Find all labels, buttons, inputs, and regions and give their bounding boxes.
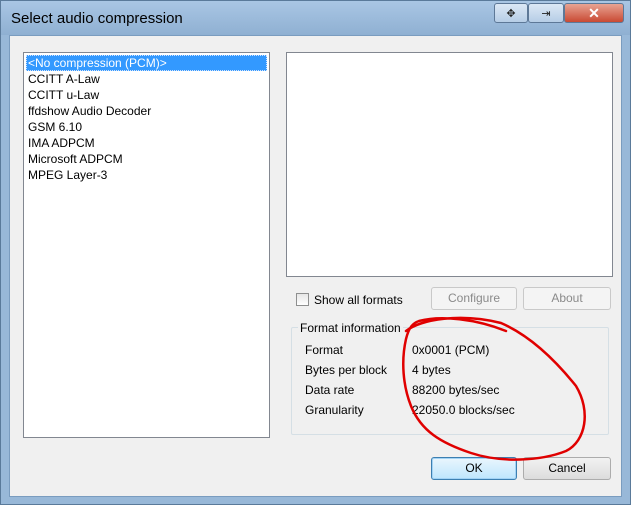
format-info-title: Format information [298,321,403,335]
format-value: 0x0001 (PCM) [412,343,490,357]
codec-item[interactable]: CCITT u-Law [26,87,267,103]
granularity-value: 22050.0 blocks/sec [412,403,515,417]
close-button[interactable]: ✕ [564,3,624,23]
codec-item[interactable]: MPEG Layer-3 [26,167,267,183]
window-title: Select audio compression [11,10,183,27]
format-list[interactable] [286,52,613,277]
format-label: Format [305,343,344,357]
codec-item[interactable]: ffdshow Audio Decoder [26,103,267,119]
restore-icon: ⇥ [541,7,551,20]
restore-button[interactable]: ⇥ [528,3,564,23]
data-rate-label: Data rate [305,383,355,397]
configure-button[interactable]: Configure [431,287,517,310]
dialog-body: <No compression (PCM)> CCITT A-Law CCITT… [9,35,622,497]
bytes-per-block-label: Bytes per block [305,363,388,377]
cancel-button[interactable]: Cancel [523,457,611,480]
move-icon: ✥ [506,7,516,20]
codec-item[interactable]: IMA ADPCM [26,135,267,151]
codec-item[interactable]: <No compression (PCM)> [26,55,267,71]
close-icon: ✕ [588,4,600,21]
codec-list[interactable]: <No compression (PCM)> CCITT A-Law CCITT… [23,52,270,438]
dialog-window: Select audio compression ✥ ⇥ ✕ <No compr… [0,0,631,505]
granularity-label: Granularity [305,403,364,417]
codec-item[interactable]: CCITT A-Law [26,71,267,87]
show-all-formats-label[interactable]: Show all formats [314,293,403,307]
move-button[interactable]: ✥ [494,3,528,23]
ok-button[interactable]: OK [431,457,517,480]
about-button[interactable]: About [523,287,611,310]
title-bar[interactable]: Select audio compression ✥ ⇥ ✕ [1,1,630,35]
codec-item[interactable]: GSM 6.10 [26,119,267,135]
codec-item[interactable]: Microsoft ADPCM [26,151,267,167]
data-rate-value: 88200 bytes/sec [412,383,500,397]
show-all-formats-checkbox[interactable] [296,293,309,306]
bytes-per-block-value: 4 bytes [412,363,451,377]
